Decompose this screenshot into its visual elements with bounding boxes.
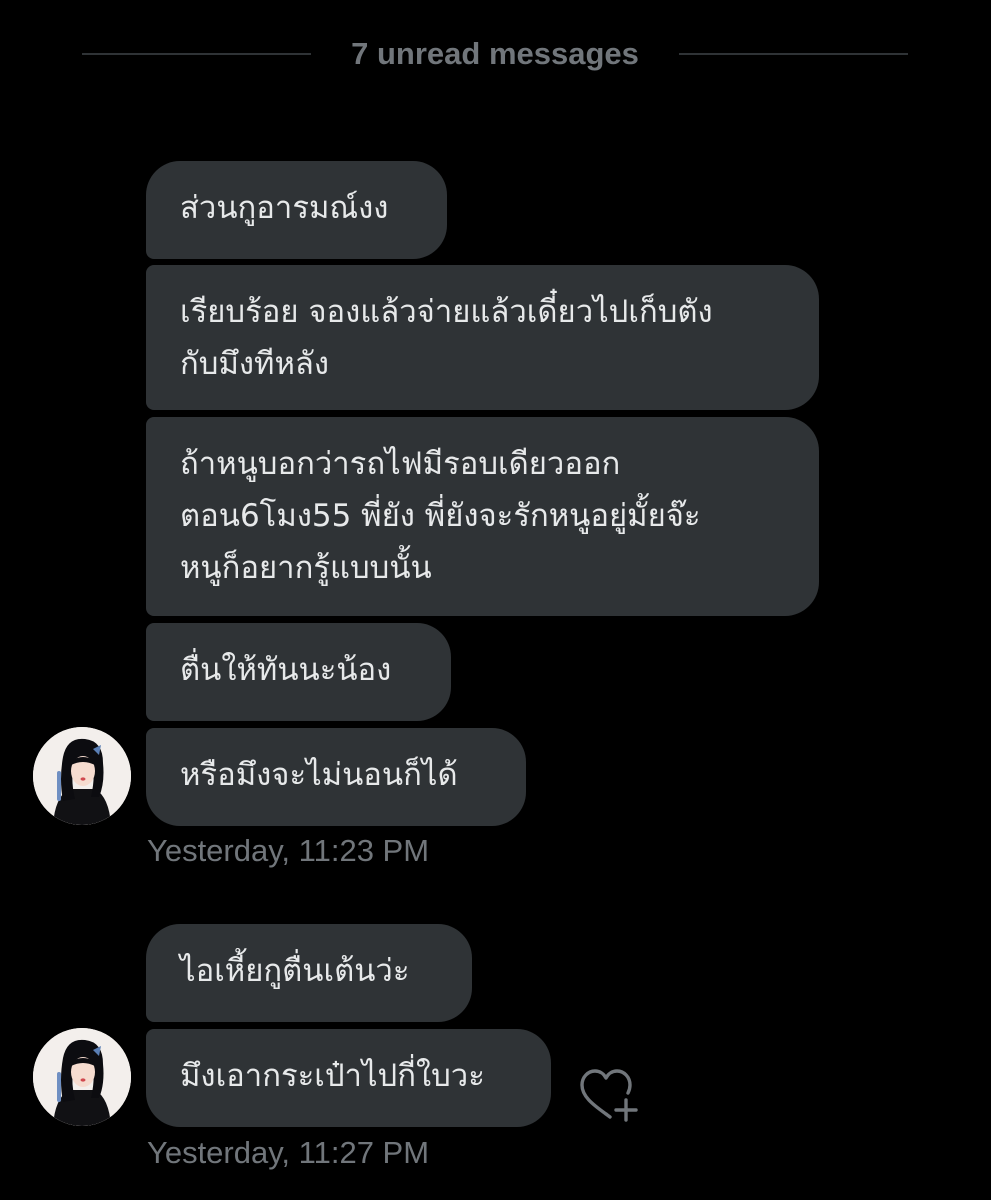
message-timestamp: Yesterday, 11:23 PM xyxy=(147,833,430,868)
message-timestamp: Yesterday, 11:27 PM xyxy=(147,1135,430,1170)
divider-line-left xyxy=(82,53,312,55)
divider-line-right xyxy=(678,53,909,55)
message-bubble[interactable]: ส่วนกูอารมณ์งง xyxy=(146,161,447,259)
add-reaction-button[interactable] xyxy=(578,1066,642,1126)
message-bubble[interactable]: ไอเหี้ยกูตื่นเต้นว่ะ xyxy=(146,924,472,1022)
message-bubble[interactable]: ตื่นให้ทันนะน้อง xyxy=(146,623,451,721)
user-avatar[interactable] xyxy=(33,1028,131,1126)
unread-count-label: 7 unread messages xyxy=(351,36,639,71)
message-bubble[interactable]: มึงเอากระเป๋าไปกี่ใบวะ xyxy=(146,1029,551,1127)
message-bubble[interactable]: หรือมึงจะไม่นอนก็ได้ xyxy=(146,728,526,826)
heart-plus-icon xyxy=(580,1069,638,1122)
unread-divider: 7 unread messages xyxy=(82,24,909,84)
message-bubble[interactable]: ถ้าหนูบอกว่ารถไฟมีรอบเดียวออก ตอน6โมง55 … xyxy=(146,417,819,616)
user-avatar[interactable] xyxy=(33,727,131,825)
message-bubble[interactable]: เรียบร้อย จองแล้วจ่ายแล้วเดี๋ยวไปเก็บตัง… xyxy=(146,265,819,410)
